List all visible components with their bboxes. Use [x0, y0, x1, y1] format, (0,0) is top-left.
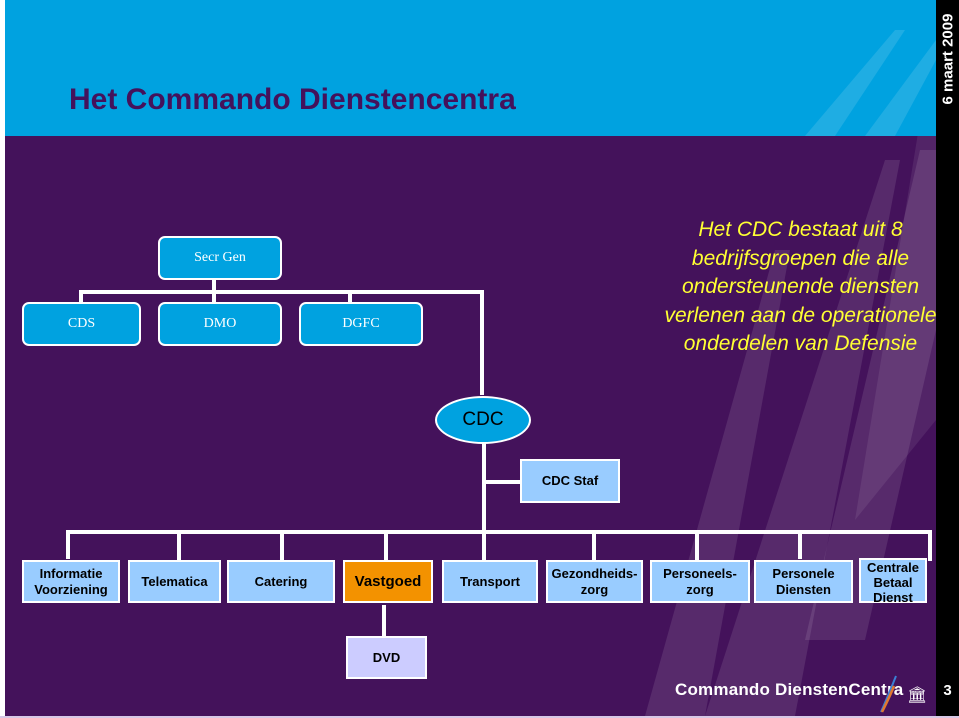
box-unit-centrale-betaal-dienst: Centrale Betaal Dienst [859, 558, 927, 605]
slide-date: 6 maart 2009 [936, 0, 959, 118]
date-text: 6 maart 2009 [939, 13, 956, 105]
box-dvd: DVD [346, 636, 427, 679]
description-text: Het CDC bestaat uit 8 bedrijfsgroepen di… [664, 218, 936, 355]
box-unit-transport: Transport [442, 560, 538, 603]
page-number: 3 [943, 682, 952, 699]
box-cds: CDS [22, 302, 141, 346]
box-unit-gezondheids-zorg: Gezondheids- zorg [546, 560, 643, 603]
box-dgfc: DGFC [299, 302, 423, 346]
box-unit-telematica: Telematica [128, 560, 221, 603]
box-unit-personele-diensten: Personele Diensten [754, 560, 853, 603]
box-dmo: DMO [158, 302, 282, 346]
box-unit-catering: Catering [227, 560, 335, 603]
box-secr-gen: Secr Gen [158, 236, 282, 280]
box-unit-personeels-zorg: Personeels- zorg [650, 560, 750, 603]
box-unit-informatie-voorziening: Informatie Voorziening [22, 560, 120, 603]
box-cdc-staf: CDC Staf [520, 459, 620, 503]
footer-logo-text: Commando DienstenCentra [675, 680, 904, 699]
slide: Het Commando Dienstencentra Secr Gen CDS… [5, 0, 936, 716]
node-cdc: CDC [435, 396, 531, 444]
column-icon: 🏛 [907, 687, 928, 704]
box-unit-vastgoed: Vastgoed [343, 560, 433, 603]
feather-icon [880, 675, 897, 713]
